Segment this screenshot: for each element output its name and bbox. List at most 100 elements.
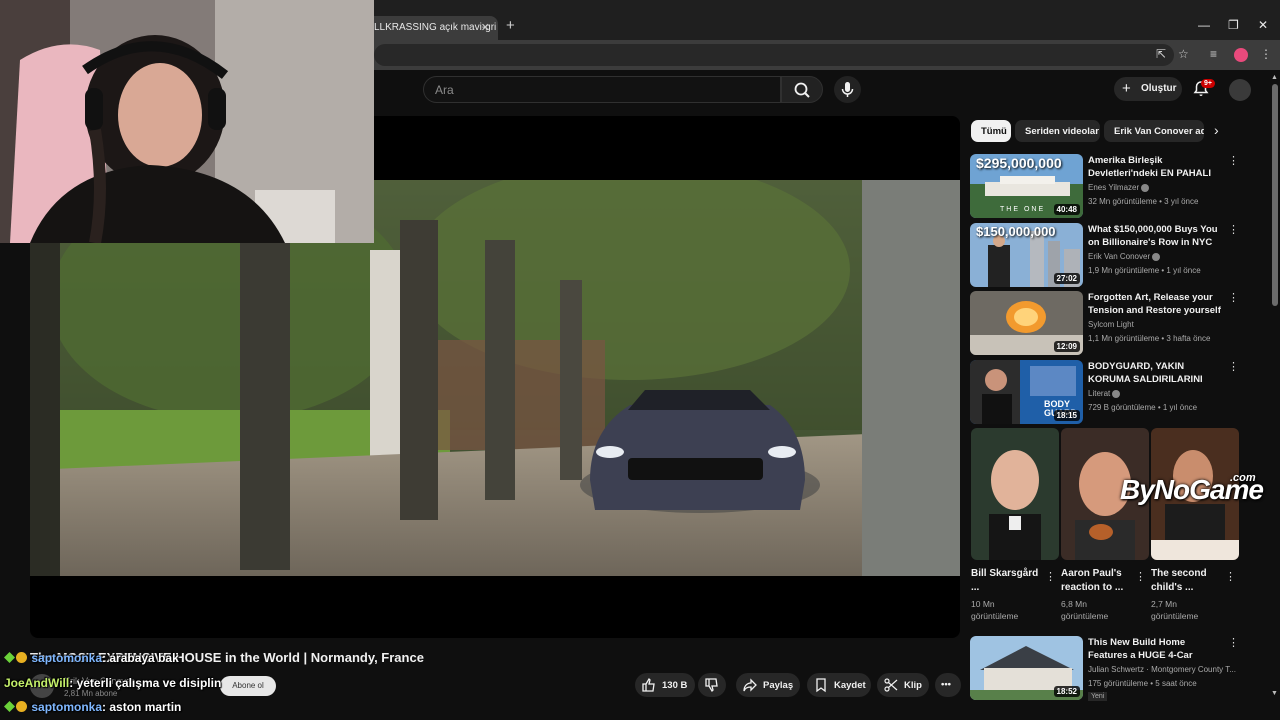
channel-name: Erik Van Conover: [1088, 252, 1161, 261]
chip-all[interactable]: Tümü: [971, 120, 1011, 142]
short-views: 2,7 Mn görüntüleme: [1151, 599, 1199, 621]
short-thumbnail[interactable]: [971, 428, 1059, 560]
video-meta: 1,1 Mn görüntüleme • 3 hafta önce: [1088, 334, 1211, 343]
chat-username: saptomonka: [31, 700, 103, 714]
close-window-button[interactable]: ✕: [1258, 18, 1268, 32]
like-count: 130 B: [662, 680, 688, 691]
thumbnail-price-text: $295,000,000: [976, 155, 1062, 171]
share-label: Paylaş: [763, 680, 794, 691]
video-meta: 32 Mn görüntüleme • 3 yıl önce: [1088, 197, 1199, 206]
video-title[interactable]: BODYGUARD, YAKIN KORUMA SALDIRILARINI İZ…: [1088, 360, 1226, 387]
chip-channel[interactable]: Erik Van Conover adlı: [1104, 120, 1204, 142]
thumbnail-price-text: $150,000,000: [976, 224, 1056, 239]
chat-text: : aston martin: [102, 700, 182, 714]
thumbs-up-icon: [642, 677, 655, 692]
short-item[interactable]: The second child's ... 2,7 Mn görüntülem…: [1151, 428, 1239, 622]
save-label: Kaydet: [834, 680, 866, 691]
video-thumbnail[interactable]: 12:09: [970, 291, 1083, 355]
streamer-webcam-image: [0, 0, 374, 243]
more-options-icon[interactable]: ⋮: [1228, 223, 1239, 236]
more-options-icon[interactable]: ⋮: [1045, 570, 1056, 583]
share-button[interactable]: Paylaş: [736, 673, 800, 697]
video-meta: 1,9 Mn görüntüleme • 1 yıl önce: [1088, 266, 1201, 275]
channel-name: Sylcom Light: [1088, 320, 1134, 329]
channel-name: Julian Schwertz · Montgomery County T...: [1088, 665, 1236, 674]
chat-text: : arabaya bak: [102, 651, 179, 665]
subscribe-button[interactable]: Abone ol: [220, 676, 276, 696]
chat-message: saptomonka: arabaya bak: [4, 651, 179, 665]
more-options-icon[interactable]: ⋮: [1228, 291, 1239, 304]
channel-name: Enes Yilmazer: [1088, 183, 1150, 192]
subscriber-count: 2,81 Mn abone: [64, 689, 118, 698]
microphone-icon: [841, 82, 854, 97]
video-thumbnail[interactable]: $150,000,000 27:02: [970, 223, 1083, 287]
video-thumbnail[interactable]: BODY GUARD 18:15: [970, 360, 1083, 424]
minimize-button[interactable]: —: [1198, 18, 1210, 32]
chat-text: : yeterli çalışma ve disiplin: [69, 676, 222, 690]
chip-series-videos[interactable]: Seriden videolar: [1015, 120, 1100, 142]
dislike-button[interactable]: [698, 673, 726, 697]
bookmark-star-icon[interactable]: ☆: [1178, 47, 1189, 61]
scroll-up-arrow-icon[interactable]: ▲: [1271, 74, 1278, 81]
bookmark-icon: [816, 678, 826, 693]
video-duration: 18:15: [1053, 410, 1080, 421]
recommendation-item[interactable]: BODY GUARD 18:15 BODYGUARD, YAKIN KORUMA…: [970, 360, 1240, 426]
recommendation-item[interactable]: $150,000,000 27:02 What $150,000,000 Buy…: [970, 223, 1240, 289]
install-app-icon[interactable]: ⇱: [1156, 47, 1166, 61]
verified-icon: [1141, 183, 1150, 192]
streamer-webcam: [0, 0, 374, 243]
search-input[interactable]: [423, 76, 781, 103]
create-button[interactable]: + Oluştur: [1114, 77, 1182, 101]
prime-badge-icon: [4, 652, 15, 663]
video-title[interactable]: This New Build Home Features a HUGE 4-Ca…: [1088, 636, 1226, 663]
tab-close-icon[interactable]: ✕: [481, 21, 490, 34]
like-button[interactable]: 130 B: [635, 673, 695, 697]
video-thumbnail[interactable]: $295,000,000 THE ONE 40:48: [970, 154, 1083, 218]
video-duration: 40:48: [1053, 204, 1080, 215]
recommendation-item[interactable]: 12:09 Forgotten Art, Release your Tensio…: [970, 291, 1240, 357]
browser-tab[interactable]: LLKRASSING açık mavi-gri 1 ✕: [362, 16, 498, 40]
new-tab-button[interactable]: +: [506, 17, 515, 34]
video-thumbnail[interactable]: 18:52: [970, 636, 1083, 700]
video-meta: 175 görüntüleme • 5 saat önce: [1088, 679, 1197, 688]
media-control-icon[interactable]: ≡: [1210, 47, 1217, 61]
browser-menu-icon[interactable]: ⋮: [1260, 47, 1272, 61]
more-actions-button[interactable]: •••: [935, 673, 961, 697]
short-thumbnail-image: [971, 428, 1059, 560]
notification-count-badge: 9+: [1201, 79, 1215, 88]
thumbs-down-icon: [705, 678, 718, 693]
video-title[interactable]: What $150,000,000 Buys You on Billionair…: [1088, 223, 1226, 249]
video-duration: 18:52: [1053, 686, 1080, 697]
recommendation-item[interactable]: 18:52 This New Build Home Features a HUG…: [970, 636, 1240, 702]
profile-avatar[interactable]: [1234, 48, 1248, 62]
page-scrollbar[interactable]: [1272, 84, 1278, 306]
video-title[interactable]: Amerika Birleşik Devletleri'ndeki EN PAH…: [1088, 154, 1226, 181]
video-title[interactable]: Forgotten Art, Release your Tension and …: [1088, 291, 1226, 318]
new-badge: Yeni: [1088, 692, 1108, 701]
scroll-down-arrow-icon[interactable]: ▼: [1271, 690, 1278, 697]
voice-search-button[interactable]: [834, 76, 861, 103]
verified-icon: [1152, 252, 1161, 261]
share-icon: [743, 678, 757, 692]
plus-icon: +: [1122, 80, 1131, 97]
more-options-icon[interactable]: ⋮: [1225, 570, 1236, 583]
save-button[interactable]: Kaydet: [807, 673, 871, 697]
short-item[interactable]: Bill Skarsgård ... 10 Mn görüntüleme ⋮: [971, 428, 1059, 622]
chat-message: saptomonka: aston martin: [4, 700, 181, 714]
recommendation-item[interactable]: $295,000,000 THE ONE 40:48 Amerika Birle…: [970, 154, 1240, 220]
chevron-right-icon[interactable]: ›: [1214, 122, 1219, 138]
short-title: The second child's ...: [1151, 568, 1207, 593]
sub-badge-icon: [16, 652, 27, 663]
address-bar[interactable]: [374, 44, 1174, 66]
verified-icon: [1112, 389, 1121, 398]
short-item[interactable]: Aaron Paul's reaction to ... 6,8 Mn görü…: [1061, 428, 1149, 622]
account-avatar[interactable]: [1229, 79, 1251, 101]
more-options-icon[interactable]: ⋮: [1228, 636, 1239, 649]
sub-badge-icon: [16, 701, 27, 712]
more-options-icon[interactable]: ⋮: [1228, 360, 1239, 373]
more-options-icon[interactable]: ⋮: [1135, 570, 1146, 583]
search-button[interactable]: [781, 76, 823, 103]
more-options-icon[interactable]: ⋮: [1228, 154, 1239, 167]
maximize-button[interactable]: ❐: [1228, 18, 1239, 32]
clip-button[interactable]: Klip: [877, 673, 929, 697]
